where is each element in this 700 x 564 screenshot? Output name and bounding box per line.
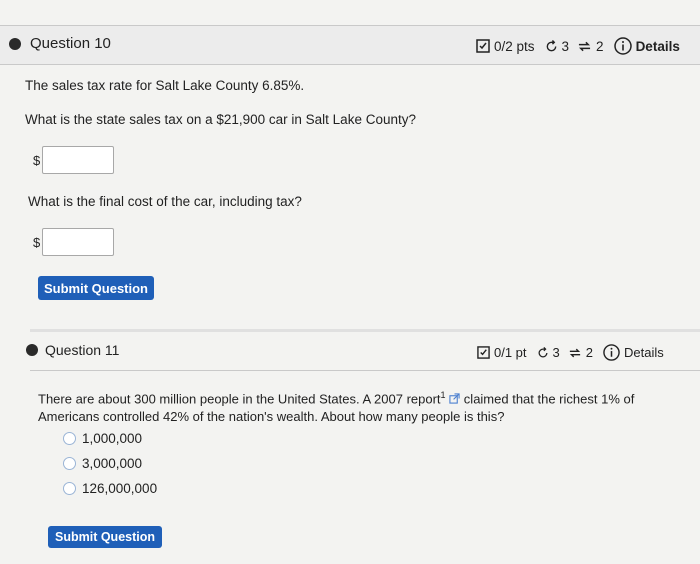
points-value: 0/2 pts	[494, 38, 535, 54]
section-divider	[30, 329, 700, 332]
question-part-1: What is the state sales tax on a $21,900…	[25, 112, 416, 127]
attempts-count: 3	[552, 345, 560, 360]
radio-button[interactable]	[63, 457, 76, 470]
option-label: 1,000,000	[82, 431, 143, 446]
header-divider	[0, 64, 700, 65]
question-title: Question 11	[45, 342, 120, 358]
points-value: 0/1 pt	[494, 345, 527, 360]
header-divider	[30, 370, 700, 371]
sales-tax-input[interactable]	[42, 146, 115, 174]
details-link[interactable]: Details	[636, 39, 680, 54]
submit-question-button[interactable]: Submit Question	[38, 276, 154, 300]
submit-question-button[interactable]: Submit Question	[48, 526, 162, 548]
retry-count: 2	[585, 345, 593, 360]
question-prompt: The sales tax rate for Salt Lake County …	[25, 78, 305, 93]
question-text: There are about 300 million people in th…	[38, 387, 668, 425]
score-icon	[477, 346, 490, 359]
final-cost-input[interactable]	[42, 228, 115, 256]
attempts-count: 3	[561, 38, 570, 54]
question-text-part-b: claimed that the richest 1% of	[460, 391, 635, 407]
question-meta: 0/2 pts 3 2 Details	[476, 37, 680, 55]
question-meta: 0/1 pt 3 2 Details	[477, 344, 664, 361]
answer-2-group: $	[33, 228, 115, 256]
details-link[interactable]: Details	[624, 345, 664, 360]
retry-count: 2	[596, 38, 604, 54]
info-icon[interactable]	[603, 344, 620, 361]
question-text-part-a: There are about 300 million people in th…	[38, 391, 441, 407]
footnote-marker: 1	[440, 390, 446, 400]
bullet-icon	[26, 344, 38, 356]
attempts-icon	[537, 346, 549, 359]
answer-1-group: $	[33, 146, 115, 174]
question-text-part-c: Americans controlled 42% of the nation's…	[38, 409, 505, 425]
currency-symbol: $	[33, 234, 41, 250]
radio-option-3[interactable]: 126,000,000	[63, 481, 157, 496]
retry-icon	[577, 40, 592, 53]
option-label: 3,000,000	[82, 456, 143, 471]
radio-option-2[interactable]: 3,000,000	[63, 456, 142, 471]
external-link-icon[interactable]	[449, 391, 460, 408]
question-title: Question 10	[30, 35, 111, 52]
attempts-icon	[545, 39, 558, 53]
bullet-icon	[9, 38, 21, 50]
info-icon[interactable]	[613, 37, 632, 55]
question-part-2: What is the final cost of the car, inclu…	[28, 194, 302, 209]
retry-icon	[568, 347, 582, 359]
radio-button[interactable]	[63, 482, 76, 495]
score-icon	[476, 39, 490, 53]
radio-option-1[interactable]: 1,000,000	[63, 431, 142, 446]
currency-symbol: $	[33, 152, 41, 168]
option-label: 126,000,000	[82, 481, 158, 496]
radio-button[interactable]	[63, 432, 76, 445]
